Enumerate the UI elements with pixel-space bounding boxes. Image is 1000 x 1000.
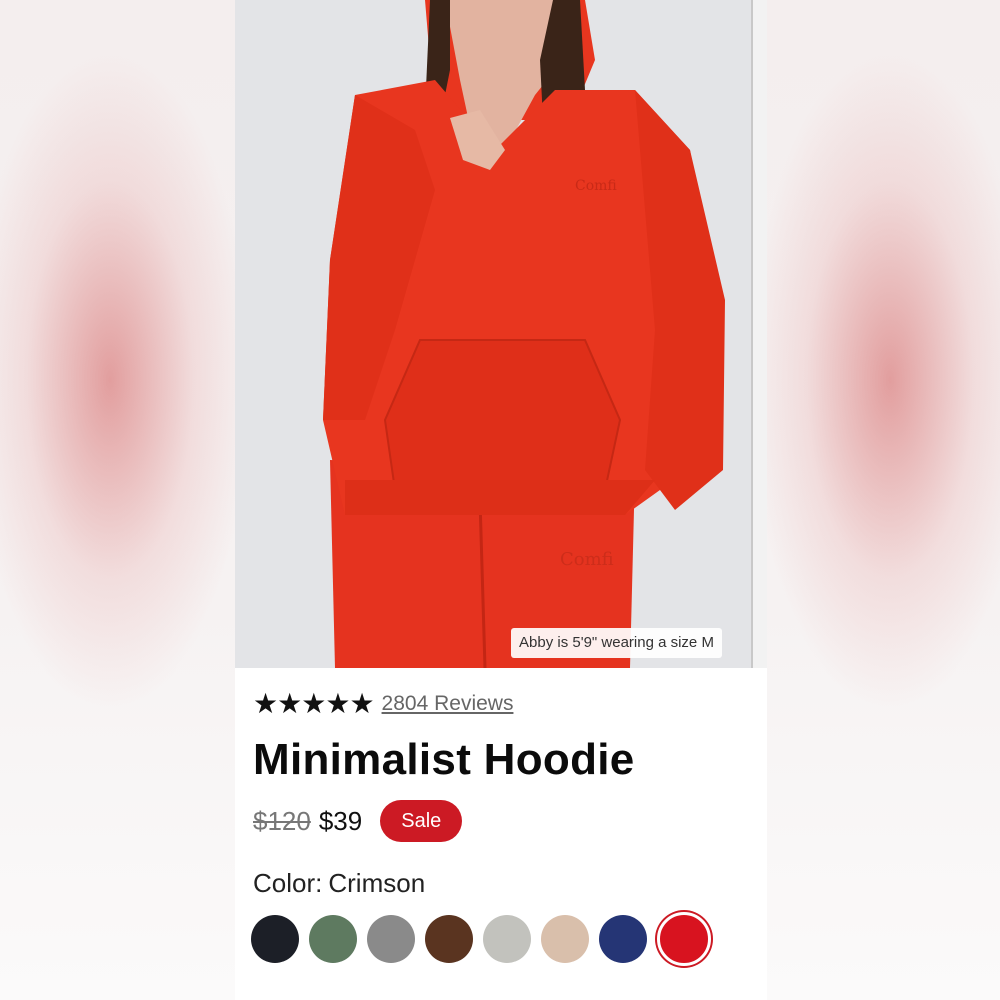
color-swatch-crimson[interactable] <box>657 912 711 966</box>
color-swatch-green[interactable] <box>309 915 357 963</box>
color-swatch-black[interactable] <box>251 915 299 963</box>
price-row: $120 $39 Sale <box>253 800 463 842</box>
star-icon: ★ <box>325 688 350 719</box>
color-swatch-navy[interactable] <box>599 915 647 963</box>
sale-badge: Sale <box>380 800 463 842</box>
model-illustration: Comfi Comfi <box>235 0 767 668</box>
product-card: Comfi Comfi Abby is 5'9" wearing a size … <box>235 0 767 1000</box>
size-caption: Abby is 5'9" wearing a size M <box>511 628 722 658</box>
pants-embroidery: Comfi <box>560 549 614 570</box>
color-label-prefix: Color: <box>253 868 323 898</box>
color-swatch-brown[interactable] <box>425 915 473 963</box>
color-swatches <box>251 912 721 966</box>
color-swatch-gray[interactable] <box>367 915 415 963</box>
product-photo[interactable]: Comfi Comfi Abby is 5'9" wearing a size … <box>235 0 767 668</box>
star-rating: ★ ★ ★ ★ ★ <box>253 688 375 719</box>
star-icon: ★ <box>349 688 374 719</box>
color-swatch-beige[interactable] <box>541 915 589 963</box>
color-label: Color: Crimson <box>253 868 425 899</box>
color-swatch-light-gray[interactable] <box>483 915 531 963</box>
hoodie-embroidery: Comfi <box>575 178 617 194</box>
sale-price: $39 <box>318 805 363 836</box>
original-price: $120 <box>253 805 311 836</box>
star-icon: ★ <box>277 688 302 719</box>
star-icon: ★ <box>253 688 278 719</box>
rating-row: ★ ★ ★ ★ ★ 2804 Reviews <box>253 690 513 718</box>
photo-divider <box>751 0 767 668</box>
product-title: Minimalist Hoodie <box>253 735 635 784</box>
reviews-link[interactable]: 2804 Reviews <box>382 692 514 716</box>
selected-color-name: Crimson <box>328 868 426 898</box>
star-icon: ★ <box>301 688 326 719</box>
